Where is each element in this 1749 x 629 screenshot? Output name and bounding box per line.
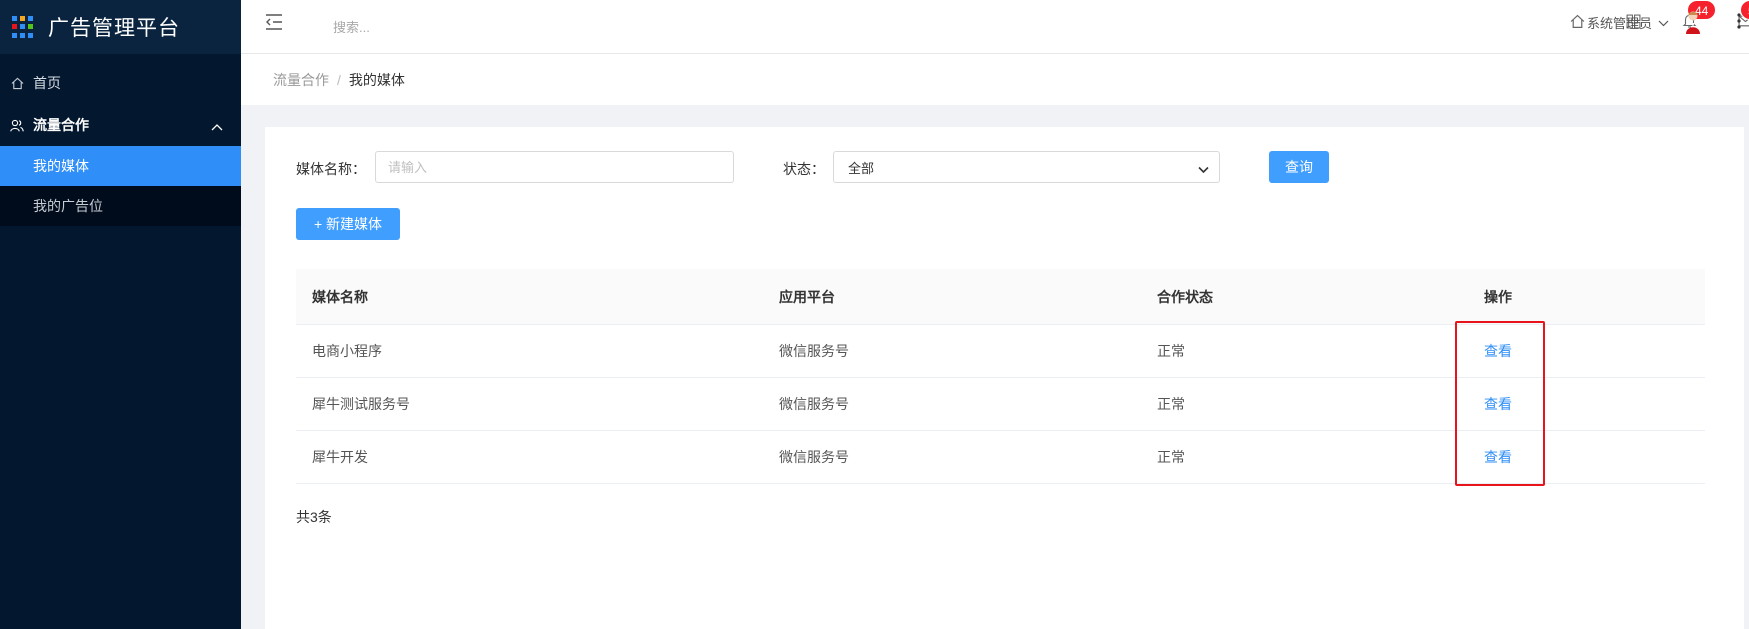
column-header-platform: 应用平台: [779, 288, 835, 305]
user-menu[interactable]: 系统管理员: [1587, 13, 1669, 32]
cell-media-name: 电商小程序: [312, 343, 382, 359]
column-header-status: 合作状态: [1157, 288, 1213, 305]
sidebar: 广告管理平台 首页 流量合作 我的媒体 我的广告位: [0, 0, 241, 629]
query-button[interactable]: 查询: [1269, 151, 1329, 183]
logo-dot: [20, 16, 25, 21]
cell-status: 正常: [1157, 343, 1185, 359]
brand: 广告管理平台: [0, 0, 241, 54]
column-header-name: 媒体名称: [312, 288, 368, 305]
cell-platform: 微信服务号: [779, 449, 849, 465]
users-icon: [10, 118, 24, 132]
top-header: 44 500 系统管理员: [241, 0, 1749, 54]
more-vertical-icon[interactable]: [1737, 12, 1741, 30]
cell-status: 正常: [1157, 396, 1185, 412]
cell-platform: 微信服务号: [779, 396, 849, 412]
app-title: 广告管理平台: [48, 17, 180, 40]
logo-dot: [12, 16, 17, 21]
chevron-down-icon: [1198, 162, 1209, 177]
sidebar-item-my-media[interactable]: 我的媒体: [0, 146, 241, 186]
logo-dot: [28, 16, 33, 21]
status-select[interactable]: 全部: [833, 151, 1220, 183]
search-input[interactable]: [333, 13, 553, 41]
total-count: 共3条: [296, 509, 332, 525]
cell-media-name: 犀牛开发: [312, 449, 368, 465]
cell-status: 正常: [1157, 449, 1185, 465]
home-shortcut-icon[interactable]: [1568, 12, 1586, 30]
sidebar-group-label: 流量合作: [33, 117, 89, 133]
app-grid-logo-icon: [12, 16, 34, 38]
cell-media-name: 犀牛测试服务号: [312, 396, 410, 412]
chevron-down-icon: [1658, 15, 1669, 30]
breadcrumb-parent[interactable]: 流量合作: [273, 70, 329, 90]
status-select-value: 全部: [848, 160, 875, 176]
media-name-label: 媒体名称：: [296, 161, 366, 177]
user-name: 系统管理员: [1587, 16, 1653, 31]
logo-dot: [20, 32, 25, 38]
logo-dot: [20, 24, 25, 30]
column-header-actions: 操作: [1484, 288, 1512, 305]
add-media-button[interactable]: + 新建媒体: [296, 208, 400, 240]
logo-dot: [28, 24, 33, 30]
collapse-menu-icon[interactable]: [264, 13, 284, 31]
avatar[interactable]: [1683, 9, 1703, 35]
breadcrumb-current: 我的媒体: [348, 71, 405, 88]
breadcrumb-separator: /: [337, 71, 341, 88]
chevron-up-icon: [211, 118, 223, 134]
cell-platform: 微信服务号: [779, 343, 849, 359]
home-icon: [10, 76, 24, 90]
table-header: 媒体名称 应用平台 合作状态 操作: [296, 269, 1705, 325]
logo-dot: [12, 32, 17, 38]
sidebar-item-home[interactable]: 首页: [0, 62, 241, 104]
logo-dot: [28, 32, 33, 38]
breadcrumb: 流量合作 / 我的媒体: [241, 54, 1749, 105]
logo-dot: [12, 24, 17, 30]
sidebar-submenu: 我的媒体 我的广告位: [0, 146, 241, 226]
sidebar-group-traffic[interactable]: 流量合作: [0, 104, 241, 146]
sidebar-item-my-ad-slots[interactable]: 我的广告位: [0, 186, 241, 226]
sidebar-item-home-label: 首页: [33, 75, 61, 91]
highlight-box: [1455, 321, 1545, 486]
status-label: 状态：: [783, 161, 825, 177]
media-name-input[interactable]: [375, 151, 734, 183]
